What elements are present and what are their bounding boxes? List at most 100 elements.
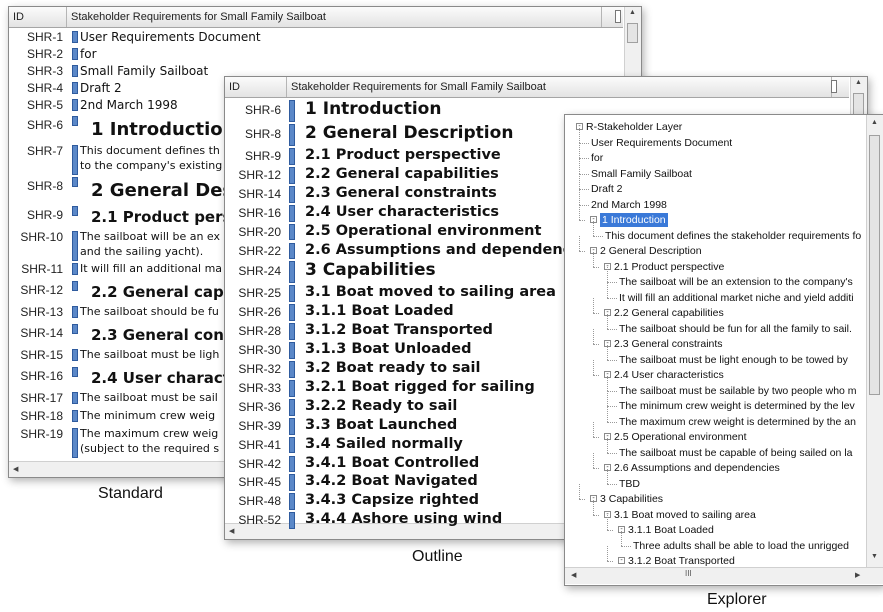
- tree-leaf-node[interactable]: The maximum crew weight is determined by…: [619, 415, 856, 429]
- horizontal-scroll-thumb[interactable]: III: [685, 569, 692, 578]
- tree-leaf-node[interactable]: TBD: [619, 477, 640, 491]
- row-text: This document defines th: [80, 144, 220, 157]
- tree-folder-node[interactable]: 3.1 Boat moved to sailing area: [614, 508, 756, 522]
- scroll-up-arrow-icon[interactable]: ▲: [855, 79, 862, 86]
- scroll-down-arrow-icon[interactable]: ▼: [871, 553, 878, 560]
- id-column-header[interactable]: ID: [225, 77, 287, 97]
- requirement-marker-icon: [72, 48, 78, 60]
- scroll-up-arrow-icon[interactable]: ▲: [871, 119, 878, 126]
- title-column-header[interactable]: Stakeholder Requirements for Small Famil…: [67, 7, 602, 27]
- row-text-continued: (subject to the required s: [80, 442, 220, 455]
- scroll-thumb[interactable]: [627, 23, 638, 43]
- tree-leaf-node[interactable]: for: [591, 151, 603, 165]
- tree-leaf-node[interactable]: The minimum crew weight is determined by…: [619, 399, 855, 413]
- tree-connector: [579, 143, 580, 158]
- requirement-marker-icon: [289, 455, 295, 473]
- row-id: SHR-17: [20, 391, 63, 405]
- requirement-marker-icon: [289, 242, 295, 260]
- id-column-header[interactable]: ID: [9, 7, 67, 27]
- tree-folder-node[interactable]: 2.6 Assumptions and dependencies: [614, 461, 780, 475]
- row-id: SHR-3: [26, 64, 63, 78]
- requirement-marker-icon: [72, 206, 78, 216]
- tree-leaf-node[interactable]: It will fill an additional market niche …: [619, 291, 854, 305]
- tree-leaf-node[interactable]: User Requirements Document: [591, 136, 732, 150]
- row-id: SHR-8: [26, 179, 63, 193]
- scroll-thumb[interactable]: [869, 135, 880, 395]
- scroll-left-arrow-icon[interactable]: ◀: [13, 465, 18, 473]
- tree-leaf-node[interactable]: The sailboat must be light enough to be …: [619, 353, 848, 367]
- requirement-marker-icon: [289, 379, 295, 397]
- column-options-icon[interactable]: [615, 10, 621, 23]
- row-text: 3.2.1 Boat rigged for sailing: [305, 378, 535, 395]
- scroll-up-arrow-icon[interactable]: ▲: [629, 9, 636, 16]
- tree-connector: [607, 546, 608, 561]
- tree-connector: [579, 127, 580, 143]
- tree-leaf-node[interactable]: Small Family Sailboat: [591, 167, 692, 181]
- requirement-marker-icon: [289, 493, 295, 511]
- row-text: 2.1 Product perspective: [305, 147, 501, 163]
- title-column-header[interactable]: Stakeholder Requirements for Small Famil…: [287, 77, 832, 97]
- horizontal-scrollbar[interactable]: ◀ III ▶: [565, 567, 883, 584]
- row-text: The sailboat should be fu: [80, 305, 219, 318]
- tree-folder-node[interactable]: 2.1 Product perspective: [614, 260, 724, 274]
- row-text: The sailboat will be an ex: [80, 230, 221, 243]
- tree-connector: [593, 514, 599, 516]
- tree-leaf-node[interactable]: 2nd March 1998: [591, 198, 667, 212]
- row-text: 2.4 User characteristics: [305, 203, 500, 220]
- requirement-marker-icon: [72, 116, 78, 126]
- requirement-marker-icon: [289, 261, 295, 284]
- tree-folder-node[interactable]: 2.5 Operational environment: [614, 430, 747, 444]
- requirement-marker-icon: [72, 324, 78, 334]
- row-id: SHR-6: [244, 103, 281, 117]
- tree-leaf-node[interactable]: Draft 2: [591, 182, 623, 196]
- requirement-marker-icon: [289, 166, 295, 184]
- row-id: SHR-12: [20, 283, 63, 297]
- scroll-right-arrow-icon[interactable]: ▶: [855, 571, 860, 579]
- tree-folder-node[interactable]: 2.3 General constraints: [614, 337, 723, 351]
- collapse-toggle-icon[interactable]: -: [618, 557, 625, 564]
- tree-folder-node[interactable]: R-Stakeholder Layer: [586, 120, 682, 134]
- row-text: 3 Capabilities: [305, 260, 436, 281]
- tree-connector: [607, 344, 608, 360]
- column-options-icon[interactable]: [831, 80, 837, 93]
- tree-folder-node[interactable]: 1 Introduction: [600, 213, 668, 227]
- tree-connector: [579, 158, 589, 159]
- tree-leaf-node[interactable]: The sailboat will be an extension to the…: [619, 275, 853, 289]
- tree-leaf-node[interactable]: Three adults shall be able to load the u…: [633, 539, 849, 553]
- scroll-left-arrow-icon[interactable]: ◀: [571, 571, 576, 579]
- requirement-marker-icon: [72, 31, 78, 43]
- tree-folder-node[interactable]: 3 Capabilities: [600, 492, 663, 506]
- tree-folder-node[interactable]: 3.1.1 Boat Loaded: [628, 523, 714, 537]
- tree-folder-node[interactable]: 2.4 User characteristics: [614, 368, 724, 382]
- requirement-marker-icon: [72, 367, 78, 377]
- row-text: 3.3 Boat Launched: [305, 416, 458, 433]
- table-row[interactable]: SHR-1 User Requirements Document: [9, 29, 623, 46]
- row-id: SHR-28: [238, 324, 281, 339]
- requirement-marker-icon: [289, 417, 295, 435]
- requirement-marker-icon: [72, 177, 78, 187]
- table-row[interactable]: SHR-2 for: [9, 46, 623, 63]
- tree-folder-node[interactable]: 2 General Description: [600, 244, 702, 258]
- row-text: 1 Introduction: [305, 99, 442, 119]
- vertical-scrollbar[interactable]: ▲ ▼: [866, 115, 883, 567]
- row-id: SHR-9: [244, 149, 281, 163]
- tree-leaf-node[interactable]: The sailboat must be sailable by two peo…: [619, 384, 857, 398]
- tree-folder-node[interactable]: 2.2 General capabilities: [614, 306, 724, 320]
- requirement-marker-icon: [289, 148, 295, 165]
- tree-leaf-node[interactable]: The sailboat must be capable of being sa…: [619, 446, 853, 460]
- explorer-view-window: - R-Stakeholder Layer User Requirements Do…: [564, 114, 883, 586]
- tree-connector: [593, 251, 594, 267]
- tree-connector: [593, 298, 594, 313]
- tree-connector: [607, 375, 608, 391]
- tree-connector: [593, 313, 599, 314]
- tree-leaf-node[interactable]: This document defines the stakeholder re…: [605, 229, 861, 243]
- row-text: It will fill an additional ma: [80, 262, 223, 275]
- requirement-marker-icon: [72, 99, 78, 111]
- tree-folder-node[interactable]: 3.1.2 Boat Transported: [628, 554, 735, 568]
- row-text: 3.1 Boat moved to sailing area: [305, 284, 556, 301]
- tree-leaf-node[interactable]: The sailboat should be fun for all the f…: [619, 322, 852, 336]
- requirement-marker-icon: [72, 410, 78, 422]
- row-text: 2nd March 1998: [80, 98, 178, 112]
- tree-connector: [579, 236, 580, 251]
- requirement-marker-icon: [72, 263, 78, 275]
